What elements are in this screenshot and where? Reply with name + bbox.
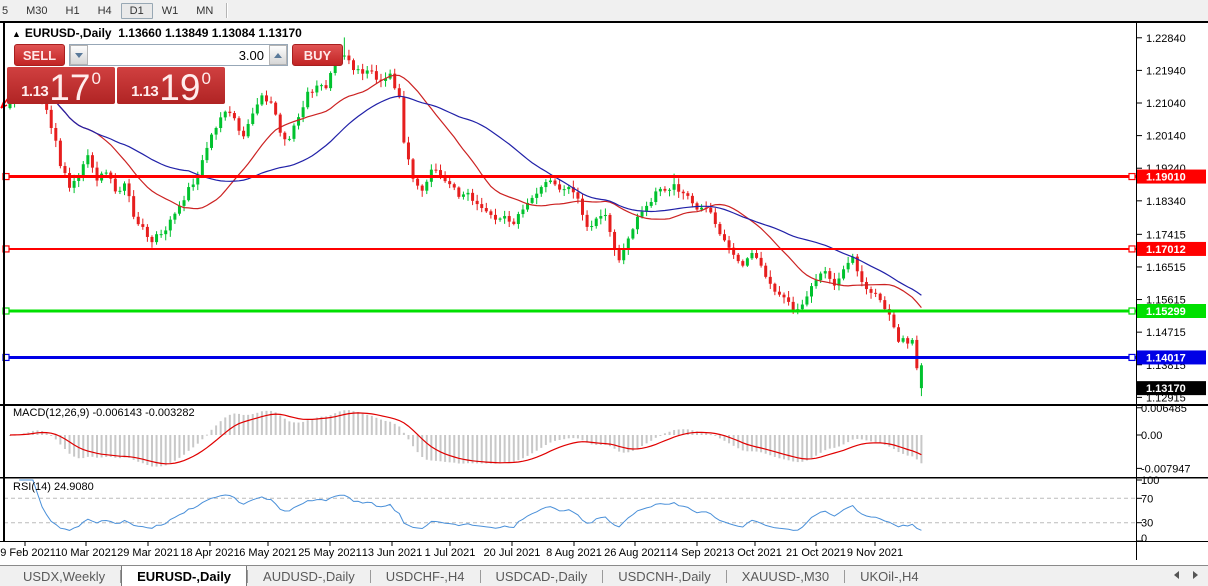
svg-text:18 Apr 2021: 18 Apr 2021 xyxy=(180,547,239,559)
tab-ukoil-h4[interactable]: UKOil-,H4 xyxy=(845,566,934,586)
buy-price-fraction: 0 xyxy=(201,69,210,89)
chart-left-border xyxy=(3,22,5,541)
tab-scroll-right-icon[interactable] xyxy=(1193,571,1198,579)
timeframe-button-5[interactable]: 5 xyxy=(0,3,17,19)
svg-text:29 Mar 2021: 29 Mar 2021 xyxy=(117,547,179,559)
buy-price-base: 1.13 xyxy=(131,83,158,100)
svg-text:1.15299: 1.15299 xyxy=(1146,306,1186,318)
macd-panel-divider[interactable] xyxy=(0,404,1208,406)
symbol-title: EURUSD-,Daily xyxy=(25,26,112,40)
tab-audusd-daily[interactable]: AUDUSD-,Daily xyxy=(248,566,370,586)
svg-text:21 Oct 2021: 21 Oct 2021 xyxy=(786,547,846,559)
svg-text:9 Nov 2021: 9 Nov 2021 xyxy=(847,547,903,559)
rsi-indicator-label: RSI(14) 24.9080 xyxy=(13,481,94,493)
chevron-down-icon xyxy=(75,53,83,58)
svg-text:100: 100 xyxy=(1141,475,1159,487)
svg-text:1.14017: 1.14017 xyxy=(1146,352,1186,364)
tab-scroll-left-icon[interactable] xyxy=(1174,571,1179,579)
volume-decrease-button[interactable] xyxy=(70,45,88,65)
sell-button[interactable]: SELL xyxy=(14,44,65,66)
price-tag-1.17012: 1.17012 xyxy=(1137,242,1206,256)
volume-spinner xyxy=(69,44,288,66)
tab-scroll-arrows xyxy=(1174,571,1198,579)
svg-text:1 Jul 2021: 1 Jul 2021 xyxy=(425,547,476,559)
svg-text:6 May 2021: 6 May 2021 xyxy=(239,547,296,559)
svg-text:1.14715: 1.14715 xyxy=(1146,327,1186,339)
price-tag-1.13170: 1.13170 xyxy=(1137,381,1206,395)
sell-price-pips: 17 xyxy=(49,71,90,104)
sell-price-fraction: 0 xyxy=(91,69,100,89)
timeframe-button-m30[interactable]: M30 xyxy=(17,3,56,19)
timeframe-button-w1[interactable]: W1 xyxy=(153,3,188,19)
sell-price-base: 1.13 xyxy=(21,83,48,100)
svg-text:14 Sep 2021: 14 Sep 2021 xyxy=(666,547,728,559)
chart-top-border xyxy=(0,21,1208,23)
svg-text:20 Jul 2021: 20 Jul 2021 xyxy=(484,547,541,559)
tab-usdchf-h4[interactable]: USDCHF-,H4 xyxy=(371,566,480,586)
timeframe-button-h1[interactable]: H1 xyxy=(57,3,89,19)
svg-text:1.22840: 1.22840 xyxy=(1146,33,1186,45)
svg-text:3 Oct 2021: 3 Oct 2021 xyxy=(728,547,782,559)
collapse-quote-panel-icon[interactable]: ▲ xyxy=(12,29,21,39)
svg-text:8 Aug 2021: 8 Aug 2021 xyxy=(546,547,602,559)
svg-text:10 Mar 2021: 10 Mar 2021 xyxy=(55,547,117,559)
tab-xauusd-m30[interactable]: XAUUSD-,M30 xyxy=(727,566,844,586)
svg-text:1.17415: 1.17415 xyxy=(1146,229,1186,241)
svg-text:1.13170: 1.13170 xyxy=(1146,383,1186,395)
svg-text:1.20140: 1.20140 xyxy=(1146,131,1186,143)
buy-price-box[interactable]: 1.13 19 0 xyxy=(117,67,225,104)
svg-text:1.21040: 1.21040 xyxy=(1146,98,1186,110)
svg-text:26 Aug 2021: 26 Aug 2021 xyxy=(604,547,666,559)
svg-text:0.006485: 0.006485 xyxy=(1141,403,1187,415)
trading-terminal-window: 5M30H1H4D1W1MN 1.22840 1.21940 1.21040 1.20… xyxy=(0,0,1208,586)
volume-input[interactable] xyxy=(88,45,269,65)
svg-text:1.17012: 1.17012 xyxy=(1146,244,1186,256)
buy-price-pips: 19 xyxy=(159,71,200,104)
chart-symbol-header: ▲ EURUSD-,Daily 1.13660 1.13849 1.13084 1… xyxy=(12,26,302,40)
buy-button[interactable]: BUY xyxy=(292,44,343,66)
svg-text:13 Jun 2021: 13 Jun 2021 xyxy=(362,547,423,559)
svg-text:25 May 2021: 25 May 2021 xyxy=(298,547,362,559)
price-tag-1.19010: 1.19010 xyxy=(1137,170,1206,184)
timeframe-toolbar: 5M30H1H4D1W1MN xyxy=(0,0,1208,21)
ohlc-quotes: 1.13660 1.13849 1.13084 1.13170 xyxy=(118,26,302,40)
svg-text:0: 0 xyxy=(1141,533,1147,545)
price-tag-1.15299: 1.15299 xyxy=(1137,304,1206,318)
rsi-panel-divider[interactable] xyxy=(0,477,1208,479)
toolbar-separator xyxy=(226,3,228,18)
svg-text:30: 30 xyxy=(1141,518,1153,530)
tab-usdx-weekly[interactable]: USDX,Weekly xyxy=(8,566,120,586)
svg-text:-0.007947: -0.007947 xyxy=(1141,463,1191,475)
tab-eurusd-daily[interactable]: EURUSD-,Daily xyxy=(121,566,247,586)
tab-usdcnh-daily[interactable]: USDCNH-,Daily xyxy=(603,566,725,586)
sell-price-box[interactable]: 1.13 17 0 xyxy=(7,67,115,104)
macd-indicator-label: MACD(12,26,9) -0.006143 -0.003282 xyxy=(13,407,195,419)
symbol-tab-bar: USDX,WeeklyEURUSD-,DailyAUDUSD-,DailyUSD… xyxy=(0,565,1208,586)
tab-usdcad-daily[interactable]: USDCAD-,Daily xyxy=(481,566,603,586)
svg-text:1.19010: 1.19010 xyxy=(1146,172,1186,184)
svg-text:70: 70 xyxy=(1141,493,1153,505)
timeframe-button-d1[interactable]: D1 xyxy=(121,3,153,19)
svg-text:0.00: 0.00 xyxy=(1141,430,1162,442)
timeframe-button-mn[interactable]: MN xyxy=(187,3,222,19)
volume-increase-button[interactable] xyxy=(269,45,287,65)
svg-text:1.18340: 1.18340 xyxy=(1146,196,1186,208)
one-click-trade-panel: SELL BUY 1.13 17 0 1.13 19 0 xyxy=(7,44,226,104)
svg-text:1.16515: 1.16515 xyxy=(1146,262,1186,274)
chevron-up-icon xyxy=(274,53,282,58)
chart-bottom-border xyxy=(0,541,1208,542)
price-tag-1.14017: 1.14017 xyxy=(1137,350,1206,364)
svg-text:1.21940: 1.21940 xyxy=(1146,65,1186,77)
svg-text:19 Feb 2021: 19 Feb 2021 xyxy=(0,547,56,559)
timeframe-button-h4[interactable]: H4 xyxy=(89,3,121,19)
